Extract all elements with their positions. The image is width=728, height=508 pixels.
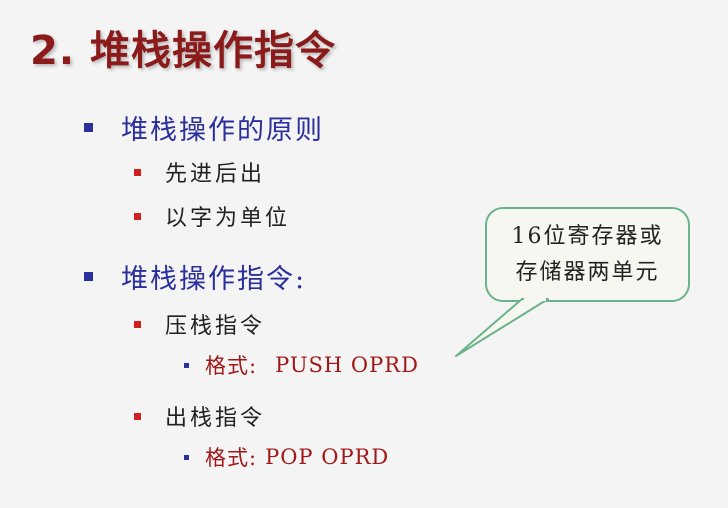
slide: 2. 堆栈操作指令 堆栈操作的原则 先进后出 以字为单位 堆栈操作指令: 压栈指… [0, 0, 728, 508]
callout-pointer [455, 297, 549, 357]
